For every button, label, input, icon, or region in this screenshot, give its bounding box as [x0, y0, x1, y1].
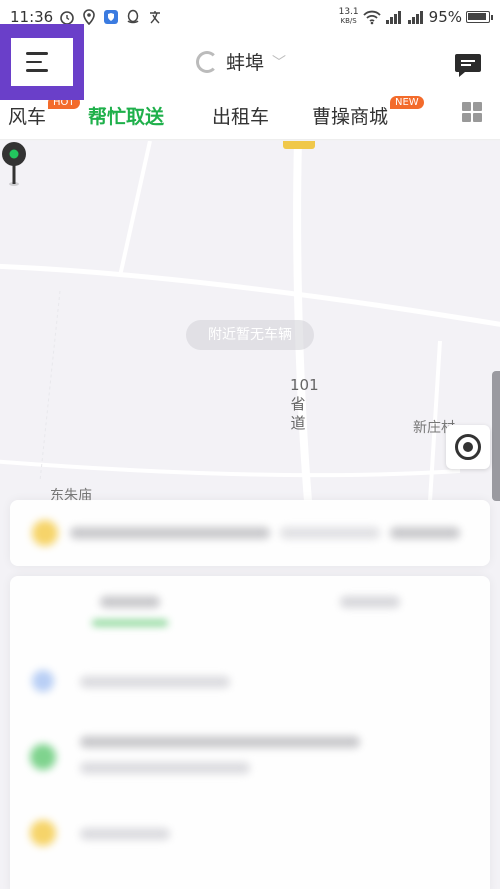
- city-name: 蚌埠: [226, 52, 265, 74]
- locate-target-icon: [455, 434, 481, 460]
- road-number-tag: [283, 141, 315, 149]
- tab-taxi[interactable]: 出租车: [212, 102, 269, 129]
- tab-mall[interactable]: 曹操商城 NEW: [312, 96, 424, 129]
- side-drawer-handle[interactable]: [492, 371, 500, 501]
- order-panel: [10, 500, 490, 889]
- shield-app-icon: [104, 10, 119, 24]
- net-speed: 13.1 KB/S: [338, 7, 359, 26]
- wifi-icon: [363, 10, 381, 25]
- qq-icon: [127, 9, 139, 24]
- grid-apps-icon[interactable]: [462, 102, 482, 122]
- alarm-icon: [60, 11, 75, 25]
- road-label: 101省道: [290, 376, 319, 432]
- menu-button[interactable]: [0, 24, 84, 100]
- brand-logo-icon: [196, 50, 218, 73]
- map-pin-icon: [2, 142, 26, 186]
- signal-4g-icon: [407, 11, 423, 24]
- order-form-card[interactable]: [10, 576, 490, 889]
- tab-errand-delivery[interactable]: 帮忙取送: [88, 102, 164, 129]
- city-selector[interactable]: 蚌埠 ﹀: [196, 48, 286, 75]
- signal-icon: [385, 11, 401, 24]
- no-vehicle-hint: 附近暂无车辆: [186, 320, 314, 350]
- hamburger-menu-icon: [26, 52, 48, 55]
- battery-percent: 95%: [428, 8, 462, 26]
- text-app-icon: [150, 11, 161, 24]
- chevron-down-icon: ﹀: [272, 54, 287, 71]
- tab-windmill[interactable]: 风车 HOT: [8, 96, 80, 129]
- battery-icon: [466, 11, 493, 23]
- service-tabs: 风车 HOT 帮忙取送 出租车 曹操商城 NEW: [0, 94, 500, 140]
- location-icon: [83, 9, 96, 25]
- new-badge: NEW: [390, 96, 424, 109]
- chat-bubble-icon[interactable]: [454, 52, 482, 78]
- locate-button[interactable]: [446, 425, 490, 469]
- notice-card[interactable]: [10, 500, 490, 566]
